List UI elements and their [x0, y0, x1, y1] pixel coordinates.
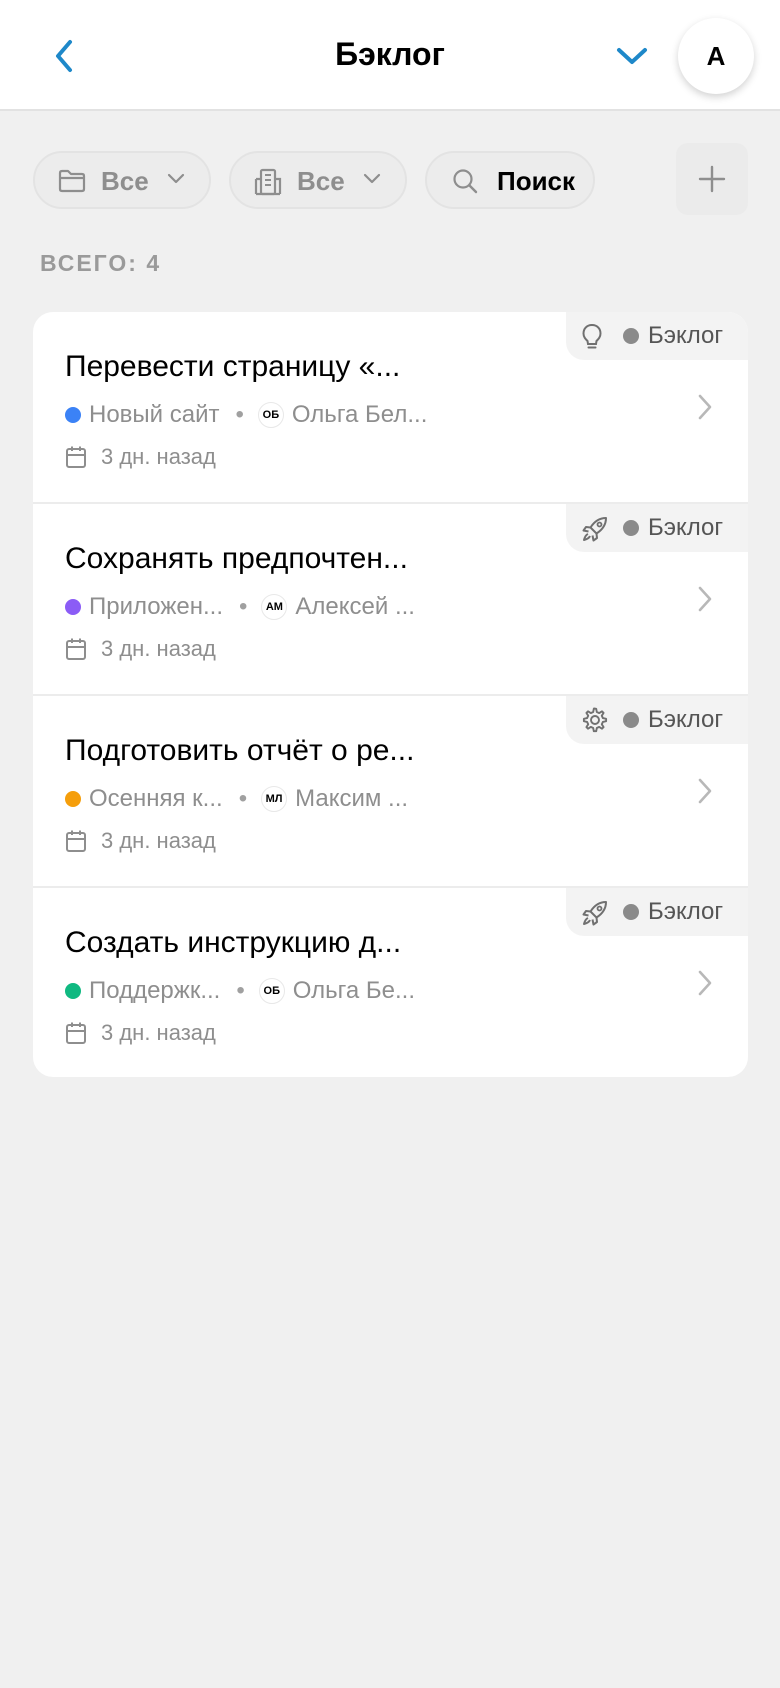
building-icon: [254, 168, 282, 196]
task-date: 3 дн. назад: [65, 440, 216, 474]
assignee-name: Максим ...: [295, 785, 409, 812]
chevron-right-icon: [698, 778, 712, 804]
project-color-dot: [65, 407, 81, 423]
task-meta: Осенняя к... • МЛ Максим ...: [65, 782, 408, 816]
header-bar: Бэклог A: [0, 0, 780, 111]
assignee-name: Алексей ...: [295, 593, 415, 620]
task-meta: Новый сайт • ОБ Ольга Бел...: [65, 398, 427, 432]
add-task-button[interactable]: [676, 143, 748, 215]
assignee-avatar: МЛ: [261, 786, 288, 812]
chevron-down-icon: [363, 173, 381, 184]
user-avatar[interactable]: A: [678, 18, 754, 94]
chevron-right-icon: [698, 586, 712, 612]
calendar-icon: [66, 830, 86, 852]
calendar-icon: [66, 1022, 86, 1044]
status-label: Бэклог: [648, 706, 724, 733]
project-color-dot: [65, 791, 81, 807]
status-label: Бэклог: [648, 514, 724, 541]
date-label: 3 дн. назад: [101, 636, 216, 661]
folder-filter-button[interactable]: Все: [33, 151, 211, 209]
chevron-down-icon: [167, 173, 185, 184]
assignee-avatar: ОБ: [258, 978, 285, 1004]
task-title: Перевести страницу «...: [65, 350, 401, 383]
title-dropdown-button[interactable]: [608, 32, 656, 80]
rocket-icon: [582, 901, 607, 926]
task-title: Подготовить отчёт о ре...: [65, 734, 415, 767]
task-title: Создать инструкцию д...: [65, 926, 402, 959]
task-list: Бэклог Перевести страницу «... Новый сай…: [33, 312, 748, 1077]
project-color-dot: [65, 599, 81, 615]
lightbulb-icon: [582, 323, 602, 349]
folder-filter-label: Все: [101, 166, 149, 196]
status-dot: [623, 904, 639, 920]
task-date: 3 дн. назад: [65, 824, 216, 858]
project-name: Осенняя к...: [89, 785, 223, 812]
organization-filter-label: Все: [297, 166, 345, 196]
date-label: 3 дн. назад: [101, 444, 216, 469]
search-label: Поиск: [497, 166, 576, 196]
search-button[interactable]: Поиск: [425, 151, 595, 209]
chevron-down-icon: [617, 48, 647, 64]
task-row[interactable]: Бэклог Сохранять предпочтен... Приложен.…: [33, 502, 748, 694]
organization-filter-button[interactable]: Все: [229, 151, 407, 209]
assignee-avatar: АМ: [261, 594, 288, 620]
meta-separator: •: [239, 593, 248, 620]
task-date: 3 дн. назад: [65, 1016, 216, 1050]
assignee-name: Ольга Бел...: [291, 401, 428, 428]
total-count-label: ВСЕГО: 4: [40, 250, 162, 276]
task-date: 3 дн. назад: [65, 632, 216, 666]
status-badge: Бэклог: [566, 888, 748, 936]
chevron-right-icon: [698, 394, 712, 420]
status-dot: [623, 328, 639, 344]
calendar-icon: [66, 638, 86, 660]
calendar-icon: [66, 446, 86, 468]
project-name: Новый сайт: [89, 401, 220, 428]
gear-icon: [582, 707, 608, 733]
status-dot: [623, 520, 639, 536]
date-label: 3 дн. назад: [101, 828, 216, 853]
assignee-name: Ольга Бе...: [292, 977, 415, 1004]
task-row[interactable]: Бэклог Перевести страницу «... Новый сай…: [33, 312, 748, 504]
chevron-right-icon: [698, 970, 712, 996]
status-dot: [623, 712, 639, 728]
project-name: Приложен...: [89, 593, 224, 620]
assignee-avatar: ОБ: [257, 402, 284, 428]
search-icon: [453, 169, 478, 194]
status-badge: Бэклог: [566, 696, 748, 744]
meta-separator: •: [238, 785, 248, 812]
task-meta: Поддержк... • ОБ Ольга Бе...: [65, 974, 415, 1008]
status-label: Бэклог: [648, 322, 724, 349]
meta-separator: •: [236, 977, 245, 1004]
status-badge: Бэклог: [566, 504, 748, 552]
rocket-icon: [582, 517, 607, 542]
task-row[interactable]: Бэклог Подготовить отчёт о ре... Осенняя…: [33, 694, 748, 886]
plus-icon: [698, 165, 726, 193]
meta-separator: •: [235, 401, 244, 428]
task-meta: Приложен... • АМ Алексей ...: [65, 590, 415, 624]
date-label: 3 дн. назад: [101, 1020, 216, 1045]
page-title: Бэклог: [335, 36, 445, 72]
project-name: Поддержк...: [89, 977, 221, 1004]
status-label: Бэклог: [648, 898, 724, 925]
folder-icon: [58, 169, 86, 193]
status-badge: Бэклог: [566, 312, 748, 360]
task-row[interactable]: Бэклог Создать инструкцию д... Поддержк.…: [33, 886, 748, 1077]
task-title: Сохранять предпочтен...: [65, 542, 408, 575]
project-color-dot: [65, 983, 81, 999]
